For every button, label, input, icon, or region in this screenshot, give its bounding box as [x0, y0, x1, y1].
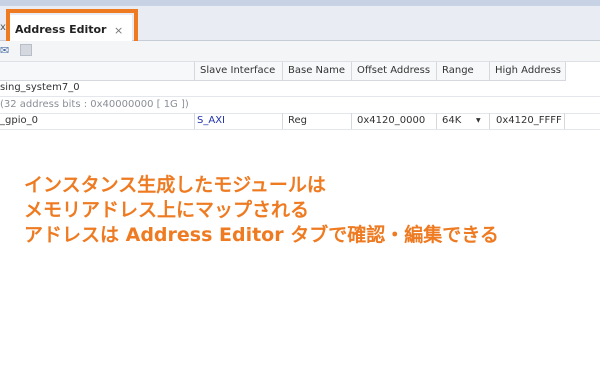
offset-address-value[interactable]: 0x4120_0000: [357, 115, 425, 126]
range-select[interactable]: 64K: [442, 115, 461, 126]
table-row[interactable]: (32 address bits : 0x40000000 [ 1G ]): [0, 97, 600, 114]
header-cell-cell: [0, 62, 195, 81]
annotation-line-1: インスタンス生成したモジュールは: [24, 174, 326, 196]
toolbar: ✉: [0, 41, 600, 62]
row-name: _gpio_0: [0, 115, 38, 126]
column-divider: [489, 113, 490, 129]
search-icon[interactable]: ✉: [0, 44, 9, 57]
table-row[interactable]: _gpio_0 S_AXI Reg 0x4120_0000 64K 0x4120…: [0, 113, 600, 130]
annotation-line-2: メモリアドレス上にマップされる: [24, 199, 310, 221]
column-divider: [282, 113, 283, 129]
column-divider: [351, 113, 352, 129]
base-name-value: Reg: [288, 115, 307, 126]
annotation-line-3: アドレスは Address Editor タブで確認・編集できる: [24, 224, 499, 246]
header-base-name[interactable]: Base Name: [283, 62, 352, 81]
high-address-value: 0x4120_FFFF: [496, 115, 562, 126]
table-row[interactable]: sing_system7_0: [0, 80, 600, 97]
header-slave-interface[interactable]: Slave Interface: [195, 62, 283, 81]
chevron-down-icon[interactable]: ▼: [476, 117, 481, 124]
header-range[interactable]: Range: [437, 62, 490, 81]
slave-interface-value[interactable]: S_AXI: [197, 115, 225, 126]
header-high-address[interactable]: High Address: [490, 62, 566, 81]
row-name: sing_system7_0: [0, 82, 80, 93]
row-name: (32 address bits : 0x40000000 [ 1G ]): [0, 99, 189, 110]
column-divider: [564, 113, 565, 129]
table-icon[interactable]: [20, 44, 32, 56]
column-divider: [194, 113, 195, 129]
column-divider: [436, 113, 437, 129]
header-offset-address[interactable]: Offset Address: [352, 62, 437, 81]
